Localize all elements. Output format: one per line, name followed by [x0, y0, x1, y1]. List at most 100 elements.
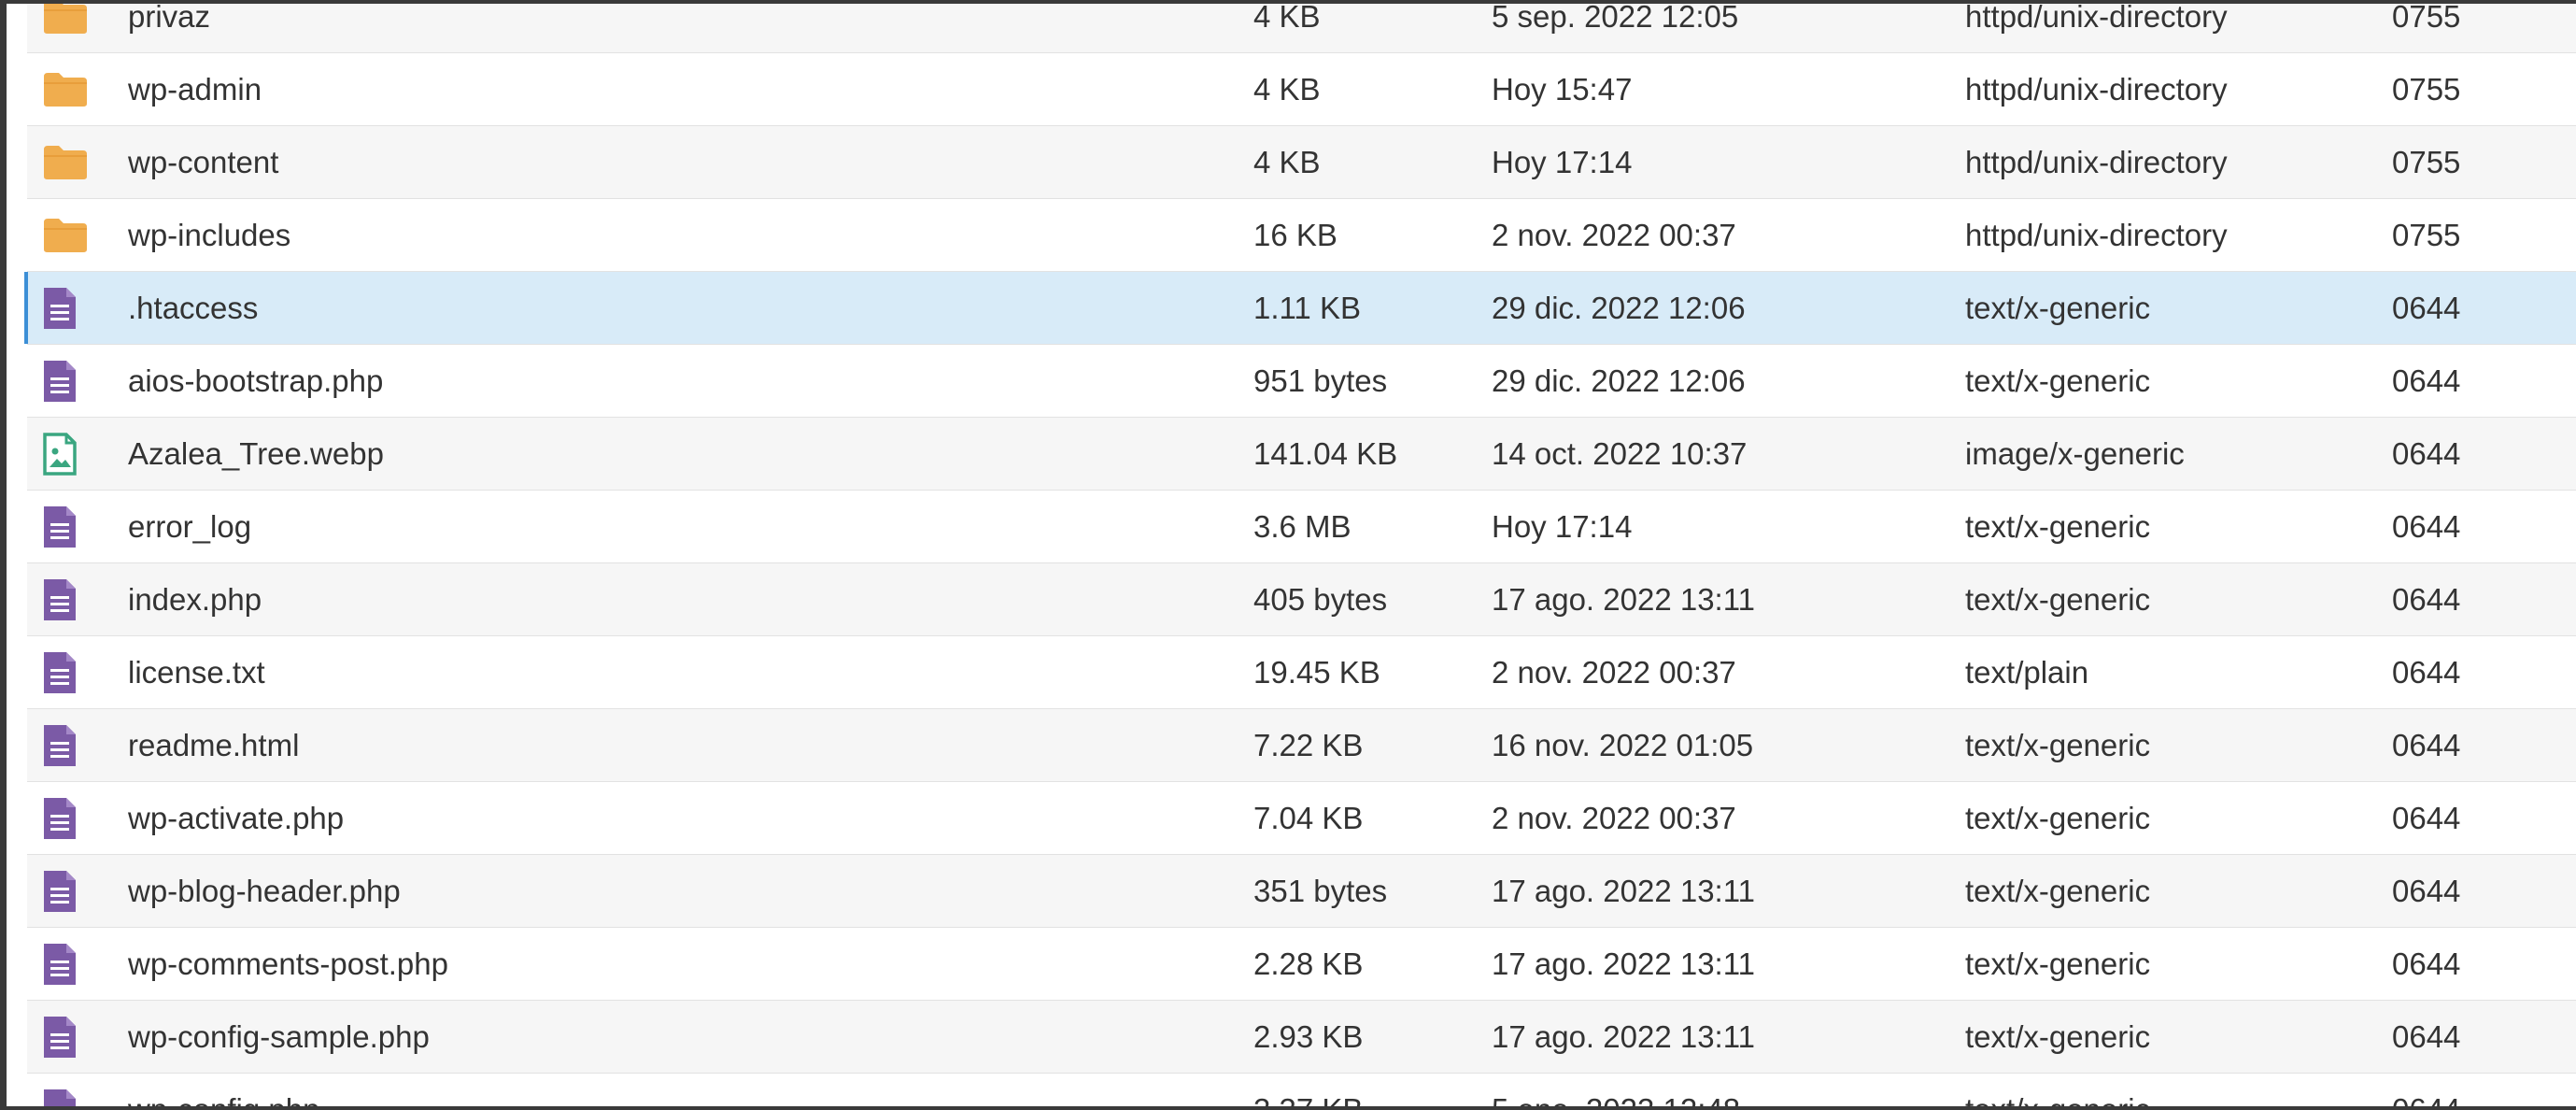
file-row[interactable]: wp-config.php 3.37 KB 5 ene. 2023 12:48 tex…	[27, 1074, 2576, 1106]
file-size: 3.37 KB	[1253, 1074, 1363, 1106]
text-file-icon	[42, 491, 91, 562]
file-type: text/x-generic	[1965, 582, 2151, 617]
file-type: text/plain	[1965, 655, 2089, 690]
file-modified-date: 29 dic. 2022 12:06	[1492, 291, 1746, 325]
file-icon-cell	[42, 272, 91, 344]
text-file-icon	[42, 636, 91, 708]
file-size: 141.04 KB	[1253, 436, 1398, 471]
file-permissions: 0755	[2392, 4, 2461, 34]
file-permissions: 0644	[2392, 801, 2461, 835]
file-modified-date: 17 ago. 2022 13:11	[1492, 1019, 1755, 1054]
file-name[interactable]: privaz	[128, 4, 210, 52]
text-file-icon	[42, 272, 91, 344]
file-size: 4 KB	[1253, 72, 1321, 107]
file-name[interactable]: aios-bootstrap.php	[128, 345, 383, 417]
file-row[interactable]: wp-activate.php 7.04 KB 2 nov. 2022 00:37 t…	[27, 782, 2576, 855]
file-permissions: 0644	[2392, 436, 2461, 471]
file-row[interactable]: index.php 405 bytes 17 ago. 2022 13:11 text…	[27, 563, 2576, 636]
file-name[interactable]: wp-config.php	[128, 1074, 319, 1106]
file-icon-cell	[42, 491, 91, 562]
file-type: image/x-generic	[1965, 436, 2185, 471]
folder-icon	[42, 126, 91, 198]
file-icon-cell	[42, 199, 91, 271]
file-row[interactable]: readme.html 7.22 KB 16 nov. 2022 01:05 text…	[27, 709, 2576, 782]
file-row[interactable]: .htaccess 1.11 KB 29 dic. 2022 12:06 text/x…	[24, 272, 2576, 345]
file-modified-date: 2 nov. 2022 00:37	[1492, 655, 1736, 690]
file-name[interactable]: wp-content	[128, 126, 278, 198]
file-type: text/x-generic	[1965, 801, 2151, 835]
file-modified-date: 29 dic. 2022 12:06	[1492, 363, 1746, 398]
folder-icon	[42, 53, 91, 125]
file-size: 4 KB	[1253, 4, 1321, 34]
file-type: text/x-generic	[1965, 291, 2151, 325]
file-modified-date: Hoy 15:47	[1492, 72, 1633, 107]
file-modified-date: 5 sep. 2022 12:05	[1492, 4, 1739, 34]
file-name[interactable]: wp-activate.php	[128, 782, 344, 854]
file-size: 7.04 KB	[1253, 801, 1364, 835]
file-permissions: 0755	[2392, 145, 2461, 179]
text-file-icon	[42, 1001, 91, 1073]
file-size: 7.22 KB	[1253, 728, 1364, 762]
file-icon-cell	[42, 1001, 91, 1073]
file-name[interactable]: wp-config-sample.php	[128, 1001, 430, 1073]
file-icon-cell	[42, 855, 91, 927]
file-type: httpd/unix-directory	[1965, 72, 2228, 107]
file-name[interactable]: wp-comments-post.php	[128, 928, 448, 1000]
file-size: 2.93 KB	[1253, 1019, 1364, 1054]
file-type: text/x-generic	[1965, 509, 2151, 544]
file-name[interactable]: wp-blog-header.php	[128, 855, 401, 927]
file-row[interactable]: license.txt 19.45 KB 2 nov. 2022 00:37 text…	[27, 636, 2576, 709]
file-type: text/x-generic	[1965, 1019, 2151, 1054]
file-row[interactable]: wp-comments-post.php 2.28 KB 17 ago. 2022 …	[27, 928, 2576, 1001]
file-name[interactable]: wp-includes	[128, 199, 290, 271]
file-modified-date: 5 ene. 2023 12:48	[1492, 1074, 1740, 1106]
file-name[interactable]: .htaccess	[128, 272, 258, 344]
file-row[interactable]: wp-blog-header.php 351 bytes 17 ago. 2022 …	[27, 855, 2576, 928]
file-row[interactable]: privaz 4 KB 5 sep. 2022 12:05 httpd/unix-di…	[27, 4, 2576, 53]
file-name[interactable]: index.php	[128, 563, 262, 635]
file-row[interactable]: Azalea_Tree.webp 141.04 KB 14 oct. 2022 10…	[27, 418, 2576, 491]
file-icon-cell	[42, 126, 91, 198]
file-name[interactable]: license.txt	[128, 636, 265, 708]
file-size: 2.28 KB	[1253, 946, 1364, 981]
file-icon-cell	[42, 709, 91, 781]
file-permissions: 0755	[2392, 218, 2461, 252]
file-name[interactable]: wp-admin	[128, 53, 262, 125]
file-permissions: 0644	[2392, 946, 2461, 981]
file-row[interactable]: wp-includes 16 KB 2 nov. 2022 00:37 httpd/u…	[27, 199, 2576, 272]
file-row[interactable]: wp-content 4 KB Hoy 17:14 httpd/unix-direct…	[27, 126, 2576, 199]
file-icon-cell	[42, 53, 91, 125]
file-icon-cell	[42, 345, 91, 417]
file-modified-date: 17 ago. 2022 13:11	[1492, 946, 1755, 981]
file-name[interactable]: readme.html	[128, 709, 299, 781]
file-name[interactable]: Azalea_Tree.webp	[128, 418, 384, 490]
file-permissions: 0644	[2392, 728, 2461, 762]
file-name[interactable]: error_log	[128, 491, 251, 562]
file-size: 1.11 KB	[1253, 291, 1361, 325]
file-icon-cell	[42, 782, 91, 854]
text-file-icon	[42, 1074, 91, 1106]
file-manager-window: privaz 4 KB 5 sep. 2022 12:05 httpd/unix-di…	[7, 4, 2576, 1106]
folder-icon	[42, 199, 91, 271]
file-type: text/x-generic	[1965, 874, 2151, 908]
file-list: privaz 4 KB 5 sep. 2022 12:05 httpd/unix-di…	[24, 4, 2576, 1106]
file-modified-date: 2 nov. 2022 00:37	[1492, 801, 1736, 835]
file-row[interactable]: wp-admin 4 KB Hoy 15:47 httpd/unix-director…	[27, 53, 2576, 126]
file-permissions: 0644	[2392, 363, 2461, 398]
file-icon-cell	[42, 563, 91, 635]
text-file-icon	[42, 709, 91, 781]
file-permissions: 0644	[2392, 582, 2461, 617]
file-row[interactable]: error_log 3.6 MB Hoy 17:14 text/x-generic 06…	[27, 491, 2576, 563]
file-row[interactable]: aios-bootstrap.php 951 bytes 29 dic. 2022 …	[27, 345, 2576, 418]
file-type: httpd/unix-directory	[1965, 218, 2228, 252]
file-size: 405 bytes	[1253, 582, 1388, 617]
text-file-icon	[42, 782, 91, 854]
file-type: text/x-generic	[1965, 946, 2151, 981]
file-icon-cell	[42, 928, 91, 1000]
file-permissions: 0644	[2392, 1074, 2460, 1106]
file-row[interactable]: wp-config-sample.php 2.93 KB 17 ago. 2022 …	[27, 1001, 2576, 1074]
file-size: 3.6 MB	[1253, 509, 1352, 544]
file-modified-date: 17 ago. 2022 13:11	[1492, 582, 1755, 617]
folder-icon	[42, 4, 91, 52]
file-modified-date: 2 nov. 2022 00:37	[1492, 218, 1736, 252]
